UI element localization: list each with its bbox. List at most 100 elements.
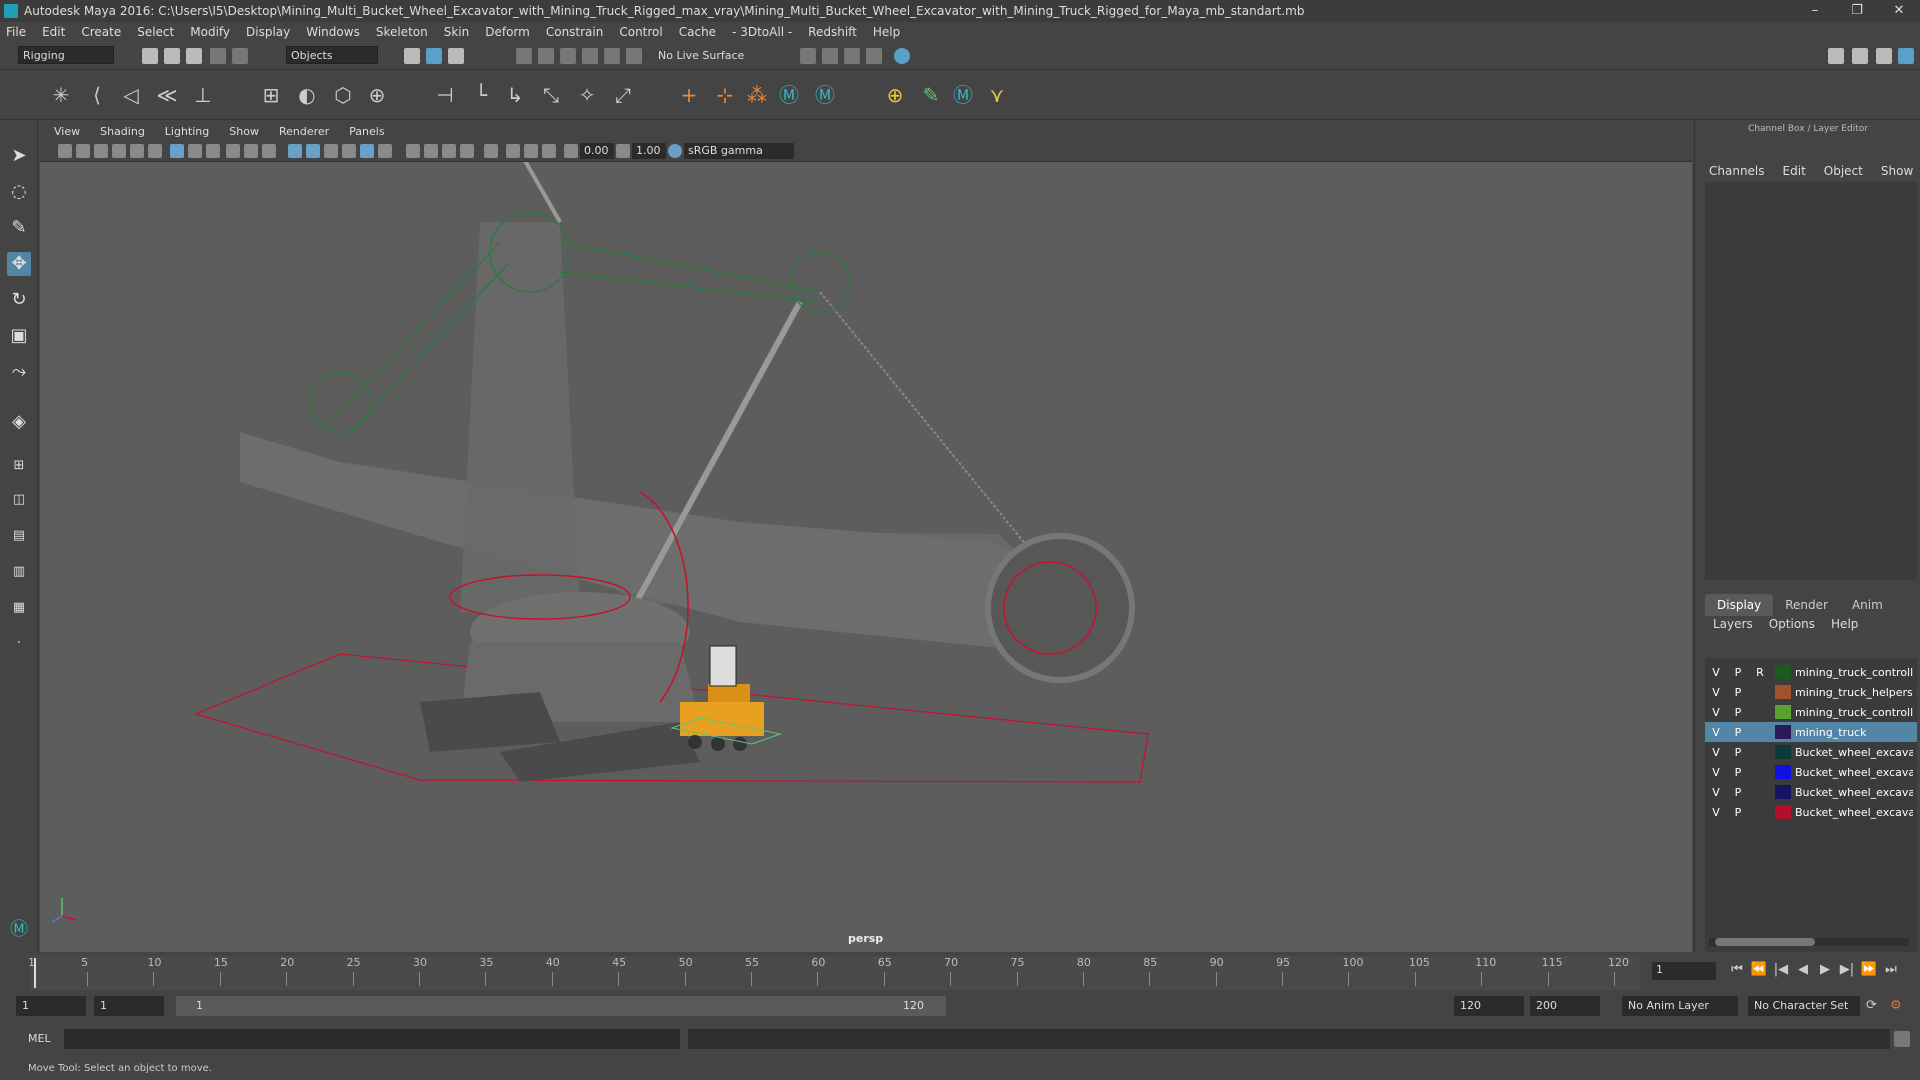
ambient-occlusion-icon[interactable] [424, 144, 438, 158]
layer-name[interactable]: mining_truck_controllers [1795, 706, 1913, 719]
panel-menu-lighting[interactable]: Lighting [165, 125, 209, 138]
film-gate-icon[interactable] [188, 144, 202, 158]
go-to-start-button[interactable]: ⏮ [1726, 962, 1748, 977]
render-settings-icon[interactable] [800, 48, 816, 64]
scale-constraint-icon[interactable]: ⤡ [538, 82, 564, 108]
menu-skeleton[interactable]: Skeleton [376, 25, 428, 39]
character-set-dropdown[interactable]: No Character Set [1748, 996, 1860, 1016]
redo-icon[interactable] [232, 48, 248, 64]
maya-home-icon[interactable]: Ⓜ [7, 918, 31, 942]
ipr-render-icon[interactable] [844, 48, 860, 64]
render-view-icon[interactable] [866, 48, 882, 64]
layer-visibility-toggle[interactable]: V [1705, 686, 1727, 699]
cluster-icon[interactable]: ⊕ [364, 82, 390, 108]
menu-edit[interactable]: Edit [42, 25, 65, 39]
mash-icon[interactable]: Ⓜ [950, 82, 976, 108]
snap-view-icon[interactable] [582, 48, 598, 64]
layout-hypershade-icon[interactable]: ▦ [7, 596, 31, 620]
menu-cache[interactable]: Cache [679, 25, 716, 39]
layer-name[interactable]: Bucket_wheel_excavator [1795, 806, 1913, 819]
layer-scrollbar[interactable] [1709, 938, 1909, 946]
scrollbar-thumb[interactable] [1715, 938, 1815, 946]
orient-constraint-icon[interactable]: ↳ [502, 82, 528, 108]
cb-menu-object[interactable]: Object [1824, 164, 1863, 178]
layer-playback-toggle[interactable]: P [1727, 726, 1749, 739]
wrap-deformer-icon[interactable]: Ⓜ [812, 82, 838, 108]
snap-point-icon[interactable] [560, 48, 576, 64]
go-to-end-button[interactable]: ⏭ [1880, 962, 1902, 977]
layer-color-swatch[interactable] [1775, 665, 1791, 679]
bind-skin-icon[interactable]: ⊞ [258, 82, 284, 108]
open-scene-icon[interactable] [164, 48, 180, 64]
layer-row[interactable]: VP Bucket_wheel_excavator [1705, 762, 1917, 782]
playback-start-field[interactable]: 1 [94, 996, 164, 1016]
layer-row[interactable]: VPRmining_truck_controllers [1705, 662, 1917, 682]
select-object-icon[interactable] [426, 48, 442, 64]
channel-box-area[interactable] [1705, 182, 1917, 580]
menu-skin[interactable]: Skin [444, 25, 470, 39]
menu-3dtoall[interactable]: - 3DtoAll - [732, 25, 792, 39]
playback-end-field[interactable]: 120 [1454, 996, 1524, 1016]
layer-playback-toggle[interactable]: P [1727, 666, 1749, 679]
layer-playback-toggle[interactable]: P [1727, 686, 1749, 699]
modeling-toolkit-icon[interactable] [1828, 48, 1844, 64]
layer-visibility-toggle[interactable]: V [1705, 766, 1727, 779]
point-constraint-icon[interactable]: └ [468, 82, 494, 108]
snap-surface-icon[interactable] [604, 48, 620, 64]
layout-outliner-icon[interactable]: ▤ [7, 524, 31, 548]
layer-color-swatch[interactable] [1775, 685, 1791, 699]
layer-name[interactable]: mining_truck_helpers [1795, 686, 1913, 699]
last-tool-icon[interactable]: ⤳ [7, 360, 31, 384]
ik-fk-icon[interactable]: ⋎ [984, 82, 1010, 108]
anti-aliasing-icon[interactable] [460, 144, 474, 158]
motion-blur-icon[interactable] [442, 144, 456, 158]
ik-spline-icon[interactable]: ≪ [154, 82, 180, 108]
undo-icon[interactable] [210, 48, 226, 64]
panel-menu-show[interactable]: Show [229, 125, 259, 138]
snap-grid-icon[interactable] [516, 48, 532, 64]
resolution-gate-icon[interactable] [206, 144, 220, 158]
cb-menu-edit[interactable]: Edit [1783, 164, 1806, 178]
render-frame-icon[interactable] [822, 48, 838, 64]
tab-anim[interactable]: Anim [1840, 594, 1895, 616]
joint-tool-icon[interactable]: ✳ [48, 82, 74, 108]
camera-lock-icon[interactable] [76, 144, 90, 158]
default-material-icon[interactable] [324, 144, 338, 158]
layer-row[interactable]: VP Bucket_wheel_excavator [1705, 802, 1917, 822]
parent-constraint-icon[interactable]: ⊣ [432, 82, 458, 108]
xray-icon[interactable] [506, 144, 520, 158]
menu-constrain[interactable]: Constrain [546, 25, 604, 39]
snap-live-icon[interactable] [626, 48, 642, 64]
menu-windows[interactable]: Windows [306, 25, 360, 39]
joint-orient-icon[interactable]: ⊹ [712, 82, 738, 108]
textured-icon[interactable] [360, 144, 374, 158]
layer-visibility-toggle[interactable]: V [1705, 726, 1727, 739]
layout-panel-icon[interactable]: · [7, 632, 31, 656]
select-tool-icon[interactable]: ➤ [7, 144, 31, 168]
layout-four-view-icon[interactable]: ⊞ [7, 454, 31, 478]
menu-control[interactable]: Control [619, 25, 662, 39]
image-plane-icon[interactable] [112, 144, 126, 158]
tab-display[interactable]: Display [1705, 594, 1774, 616]
cb-menu-show[interactable]: Show [1881, 164, 1913, 178]
scene-start-field[interactable]: 1 [16, 996, 86, 1016]
select-hierarchy-icon[interactable] [404, 48, 420, 64]
save-scene-icon[interactable] [186, 48, 202, 64]
menu-display[interactable]: Display [246, 25, 290, 39]
hypershade-icon[interactable] [894, 48, 910, 64]
smooth-shade-icon[interactable] [306, 144, 320, 158]
menuset-dropdown[interactable]: Rigging [18, 46, 114, 64]
command-language-label[interactable]: MEL [28, 1032, 51, 1045]
exposure-icon[interactable] [564, 144, 578, 158]
layer-color-swatch[interactable] [1775, 805, 1791, 819]
snap-curve-icon[interactable] [538, 48, 554, 64]
layer-row[interactable]: VP Bucket_wheel_excavator [1705, 782, 1917, 802]
step-back-frame-button[interactable]: |◀ [1770, 962, 1792, 977]
grid-icon[interactable] [170, 144, 184, 158]
layer-visibility-toggle[interactable]: V [1705, 666, 1727, 679]
rotate-tool-icon[interactable]: ↻ [7, 288, 31, 312]
step-forward-frame-button[interactable]: ▶| [1836, 962, 1858, 977]
select-component-icon[interactable] [448, 48, 464, 64]
le-menu-options[interactable]: Options [1769, 617, 1815, 631]
set-driven-key-icon[interactable]: ⊕ [882, 82, 908, 108]
